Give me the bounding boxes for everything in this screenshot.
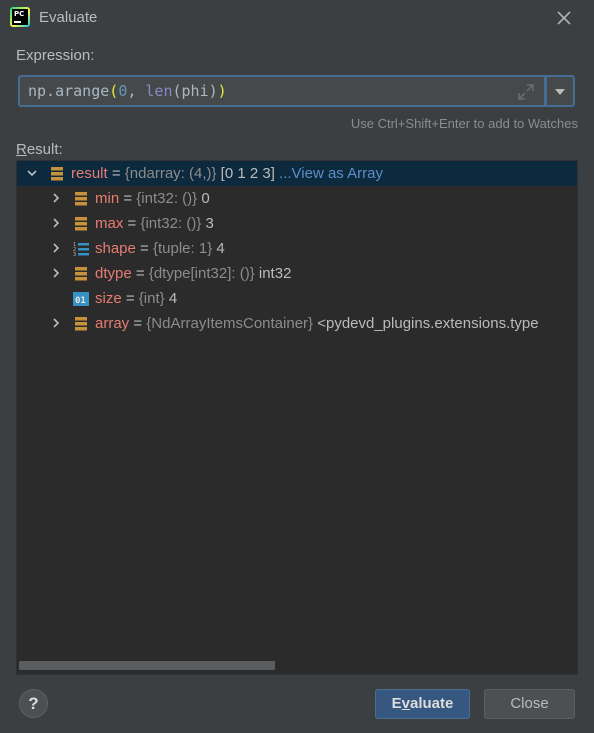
expression-token: (phi)	[172, 82, 218, 100]
expression-token: len	[145, 82, 173, 100]
var-value: int32	[254, 265, 292, 282]
history-dropdown-button[interactable]	[546, 75, 575, 107]
app-icon-text: PC	[12, 9, 28, 25]
field-icon	[75, 267, 87, 281]
var-name: shape	[95, 240, 136, 257]
field-icon	[75, 217, 87, 231]
result-label-rest: esult:	[26, 141, 63, 158]
tree-row-dtype[interactable]: dtype = {dtype[int32]: ()} int32	[17, 261, 577, 286]
tree-row-text: min = {int32: ()} 0	[95, 190, 210, 207]
var-value: 4	[164, 290, 178, 307]
equals-sign: =	[135, 240, 153, 257]
evaluate-button[interactable]: Evaluate	[375, 689, 470, 719]
equals-sign: =	[107, 165, 125, 182]
expression-input[interactable]: np.arange(0, len(phi))	[18, 75, 546, 107]
pycharm-app-icon: PC	[10, 7, 30, 27]
result-label-mnemonic: R	[16, 141, 27, 158]
tree-row-array[interactable]: array = {NdArrayItemsContainer} <pydevd_…	[17, 311, 577, 336]
expression-token: np.arange	[28, 82, 110, 100]
expression-text[interactable]: np.arange(0, len(phi))	[28, 82, 227, 100]
var-type: {int32: ()}	[140, 215, 202, 232]
svg-text:01: 01	[75, 296, 86, 306]
watches-hint: Use Ctrl+Shift+Enter to add to Watches	[350, 116, 578, 131]
chevron-down-icon	[555, 89, 565, 95]
var-type: {tuple: 1}	[152, 240, 213, 257]
evaluate-label-rest: aluate	[410, 695, 454, 712]
var-name: size	[95, 290, 122, 307]
expression-token: )	[217, 82, 227, 100]
tree-row-shape[interactable]: 1 2 3 shape = {tuple: 1} 4	[17, 236, 577, 261]
chevron-right-icon[interactable]	[51, 243, 61, 253]
field-icon	[51, 167, 63, 181]
var-name: array	[95, 315, 130, 332]
svg-text:3: 3	[73, 252, 76, 257]
result-tree[interactable]: result = {ndarray: (4,)} [0 1 2 3] ...Vi…	[16, 160, 578, 675]
tree-row-text: shape = {tuple: 1} 4	[95, 240, 225, 257]
var-value: <pydevd_plugins.extensions.type	[313, 315, 539, 332]
result-label: Result:	[16, 141, 63, 158]
equals-sign: =	[123, 215, 141, 232]
equals-sign: =	[119, 190, 137, 207]
chevron-right-icon[interactable]	[51, 318, 61, 328]
help-button[interactable]: ?	[19, 689, 48, 718]
chevron-right-icon[interactable]	[51, 218, 61, 228]
view-as-array-link[interactable]: ...View as Array	[275, 165, 383, 182]
equals-sign: =	[131, 265, 149, 282]
var-value: 3	[201, 215, 214, 232]
expression-label: Expression:	[16, 47, 95, 64]
expression-token: (	[109, 82, 119, 100]
var-type: {dtype[int32]: ()}	[148, 265, 255, 282]
field-icon	[75, 317, 87, 331]
chevron-down-icon[interactable]	[27, 168, 37, 178]
tree-row-max[interactable]: max = {int32: ()} 3	[17, 211, 577, 236]
var-name: result	[71, 165, 108, 182]
list-icon: 123	[73, 242, 89, 257]
tree-row-text: dtype = {dtype[int32]: ()} int32	[95, 265, 291, 282]
var-name: min	[95, 190, 120, 207]
window-title: Evaluate	[39, 9, 98, 26]
expression-token: 0	[118, 82, 128, 100]
var-value: [0 1 2 3]	[216, 165, 275, 182]
horizontal-scrollbar[interactable]	[19, 661, 275, 670]
tree-row-size[interactable]: 01 size = {int} 4	[17, 286, 577, 311]
equals-sign: =	[121, 290, 139, 307]
tree-row-text: result = {ndarray: (4,)} [0 1 2 3] ...Vi…	[71, 165, 383, 182]
tree-row-text: max = {int32: ()} 3	[95, 215, 214, 232]
tree-row-text: size = {int} 4	[95, 290, 177, 307]
tree-row-result[interactable]: result = {ndarray: (4,)} [0 1 2 3] ...Vi…	[17, 161, 577, 186]
var-type: {NdArrayItemsContainer}	[146, 315, 314, 332]
field-icon	[75, 192, 87, 206]
tree-row-min[interactable]: min = {int32: ()} 0	[17, 186, 577, 211]
var-name: dtype	[95, 265, 132, 282]
expression-token: ,	[127, 82, 146, 100]
var-type: {int32: ()}	[136, 190, 198, 207]
title-bar: PC Evaluate	[0, 0, 594, 36]
close-button[interactable]: Close	[484, 689, 575, 719]
var-value: 0	[197, 190, 210, 207]
int-icon: 01	[73, 292, 89, 306]
var-type: {ndarray: (4,)}	[124, 165, 217, 182]
evaluate-label-mnemonic: v	[401, 695, 410, 712]
var-type: {int}	[138, 290, 165, 307]
chevron-right-icon[interactable]	[51, 193, 61, 203]
expand-editor-icon[interactable]	[516, 82, 536, 102]
chevron-right-icon[interactable]	[51, 268, 61, 278]
close-icon[interactable]	[554, 8, 574, 28]
evaluate-label-first: E	[391, 695, 402, 712]
var-name: max	[95, 215, 124, 232]
equals-sign: =	[129, 315, 147, 332]
tree-row-text: array = {NdArrayItemsContainer} <pydevd_…	[95, 315, 539, 332]
var-value: 4	[212, 240, 225, 257]
